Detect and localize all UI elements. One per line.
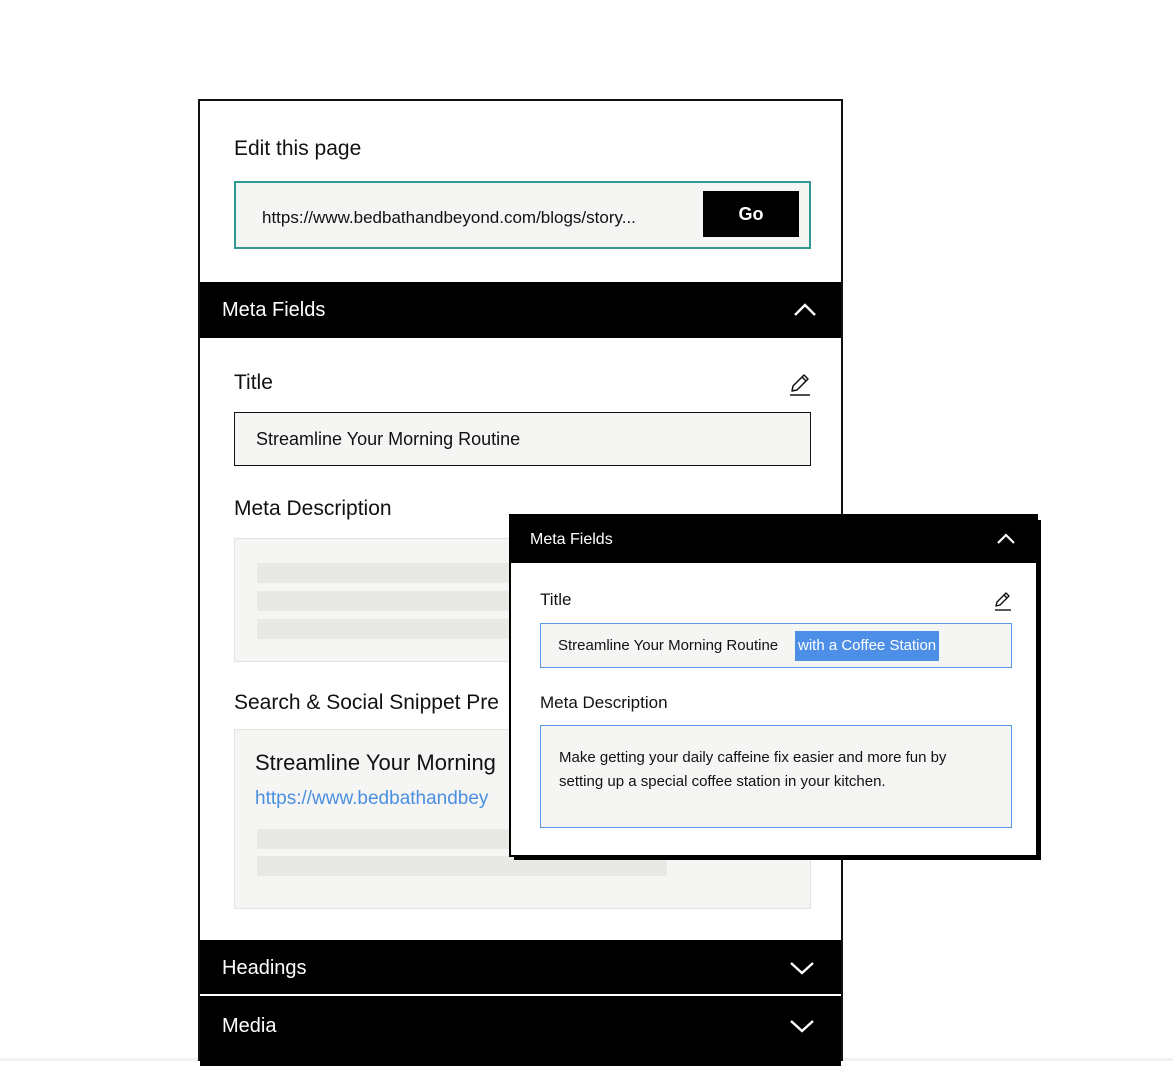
headings-section-toggle[interactable]: Headings xyxy=(200,940,841,994)
media-section-toggle[interactable]: Media xyxy=(200,996,841,1066)
snippet-url: https://www.bedbathandbey xyxy=(255,788,489,809)
popup-meta-fields-toggle[interactable]: Meta Fields xyxy=(511,516,1036,563)
chevron-up-icon xyxy=(997,533,1015,544)
media-section-label: Media xyxy=(222,1015,277,1037)
popup-title-value[interactable]: Streamline Your Morning Routine xyxy=(558,637,778,654)
title-field-label: Title xyxy=(234,371,273,394)
title-input[interactable]: Streamline Your Morning Routine xyxy=(234,412,811,466)
page-url-value[interactable]: https://www.bedbathandbeyond.com/blogs/s… xyxy=(262,208,636,228)
popup-meta-description-value[interactable]: Make getting your daily caffeine fix eas… xyxy=(559,746,989,794)
popup-title-input[interactable]: Streamline Your Morning Routine with a C… xyxy=(540,623,1012,668)
chevron-down-icon xyxy=(790,962,814,975)
headings-section-label: Headings xyxy=(222,957,307,979)
pencil-icon[interactable] xyxy=(788,372,812,398)
page-url-field[interactable]: https://www.bedbathandbeyond.com/blogs/s… xyxy=(234,181,811,249)
popup-meta-fields-label: Meta Fields xyxy=(530,531,613,548)
popup-title-selected-text[interactable]: with a Coffee Station xyxy=(795,631,940,661)
popup-meta-description-label: Meta Description xyxy=(540,693,668,712)
popup-title-label: Title xyxy=(540,590,572,609)
meta-fields-popup: Meta Fields Title Streamline Your Mornin… xyxy=(509,514,1038,857)
edit-page-heading: Edit this page xyxy=(234,137,362,160)
go-button[interactable]: Go xyxy=(703,191,799,237)
popup-meta-description-input[interactable]: Make getting your daily caffeine fix eas… xyxy=(540,725,1012,828)
snippet-preview-label: Search & Social Snippet Pre xyxy=(234,691,499,714)
title-input-value[interactable]: Streamline Your Morning Routine xyxy=(256,429,520,450)
meta-fields-section-toggle[interactable]: Meta Fields xyxy=(200,282,841,338)
snippet-title: Streamline Your Morning xyxy=(255,750,496,775)
pencil-icon[interactable] xyxy=(993,590,1013,612)
meta-description-label: Meta Description xyxy=(234,497,392,520)
meta-fields-section-label: Meta Fields xyxy=(222,299,326,321)
chevron-down-icon xyxy=(790,1020,814,1033)
chevron-up-icon xyxy=(794,303,816,316)
